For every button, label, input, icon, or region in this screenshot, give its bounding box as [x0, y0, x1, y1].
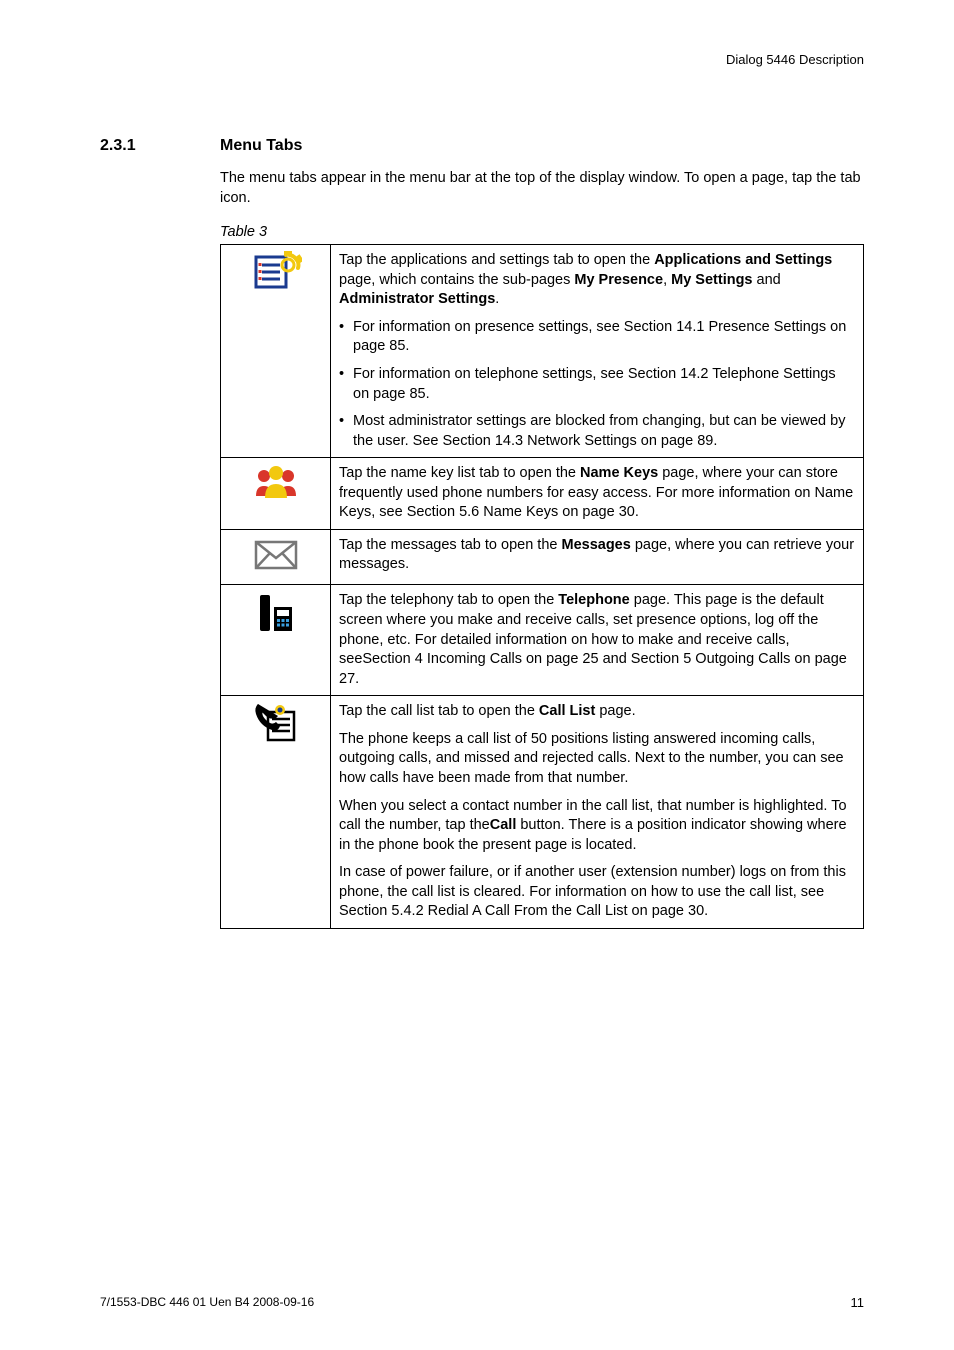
bullet-dot: •: [339, 365, 353, 404]
content-cell: Tap the name key list tab to open the Na…: [331, 458, 864, 530]
bold-text: Applications and Settings: [654, 252, 832, 268]
page-footer: 7/1553-DBC 446 01 Uen B4 2008-09-16 11: [100, 1295, 864, 1310]
text: page, which contains the sub-pages: [339, 272, 574, 288]
bullet-text: For information on presence settings, se…: [353, 318, 855, 357]
text: Tap the messages tab to open the: [339, 537, 561, 553]
call-list-icon: [252, 702, 300, 744]
doc-header: Dialog 5446 Description: [100, 52, 864, 67]
bullet-text: Most administrator settings are blocked …: [353, 412, 855, 451]
bold-text: My Presence: [574, 272, 663, 288]
table-row: Tap the applications and settings tab to…: [221, 245, 864, 458]
paragraph: In case of power failure, or if another …: [339, 863, 855, 922]
bullet-dot: •: [339, 412, 353, 451]
icon-cell: [221, 245, 331, 458]
bullet-text: For information on telephone settings, s…: [353, 365, 855, 404]
bold-text: Messages: [561, 537, 630, 553]
text: .: [495, 291, 499, 307]
table-caption: Table 3: [220, 224, 864, 240]
section-heading: 2.3.1 Menu Tabs: [100, 137, 864, 155]
bold-text: Administrator Settings: [339, 291, 495, 307]
table-row: Tap the name key list tab to open the Na…: [221, 458, 864, 530]
messages-icon: [252, 536, 300, 572]
bold-text: Name Keys: [580, 465, 658, 481]
content-cell: Tap the messages tab to open the Message…: [331, 529, 864, 585]
section-intro: The menu tabs appear in the menu bar at …: [220, 169, 864, 208]
section-title: Menu Tabs: [220, 137, 302, 155]
text: ,: [663, 272, 671, 288]
text: and: [753, 272, 781, 288]
bold-text: Call List: [539, 703, 595, 719]
bullet-dot: •: [339, 318, 353, 357]
text: Tap the call list tab to open the: [339, 703, 539, 719]
icon-cell: [221, 458, 331, 530]
applications-settings-icon: [250, 251, 302, 291]
telephone-icon: [254, 591, 298, 635]
table-row: Tap the messages tab to open the Message…: [221, 529, 864, 585]
bullet-item: • For information on presence settings, …: [339, 318, 855, 357]
bullet-item: • For information on telephone settings,…: [339, 365, 855, 404]
content-cell: Tap the call list tab to open the Call L…: [331, 696, 864, 929]
paragraph: The phone keeps a call list of 50 positi…: [339, 730, 855, 789]
page-number: 11: [851, 1295, 865, 1310]
bold-text: My Settings: [671, 272, 752, 288]
footer-left: 7/1553-DBC 446 01 Uen B4 2008-09-16: [100, 1295, 314, 1310]
section-number: 2.3.1: [100, 137, 220, 155]
table-row: Tap the telephony tab to open the Teleph…: [221, 585, 864, 696]
name-keys-icon: [250, 464, 302, 500]
text: page.: [595, 703, 635, 719]
content-cell: Tap the applications and settings tab to…: [331, 245, 864, 458]
table-row: Tap the call list tab to open the Call L…: [221, 696, 864, 929]
text: Tap the telephony tab to open the: [339, 592, 558, 608]
menu-tabs-table: Tap the applications and settings tab to…: [220, 244, 864, 929]
content-cell: Tap the telephony tab to open the Teleph…: [331, 585, 864, 696]
text: Tap the applications and settings tab to…: [339, 252, 654, 268]
text: Tap the name key list tab to open the: [339, 465, 580, 481]
icon-cell: [221, 696, 331, 929]
bold-text: Telephone: [558, 592, 629, 608]
icon-cell: [221, 529, 331, 585]
bullet-item: • Most administrator settings are blocke…: [339, 412, 855, 451]
bold-text: Call: [490, 817, 517, 833]
icon-cell: [221, 585, 331, 696]
